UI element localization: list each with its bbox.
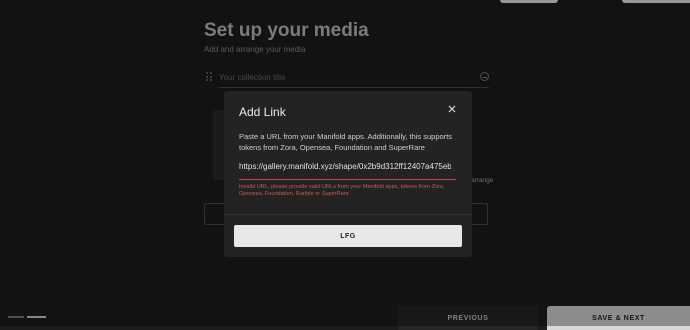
url-input-underline: [239, 179, 456, 180]
lfg-button[interactable]: LFG: [234, 225, 462, 247]
url-input[interactable]: [239, 160, 451, 173]
close-icon: [448, 105, 456, 113]
add-link-modal: Add Link Paste a URL from your Manifold …: [224, 91, 472, 257]
modal-title: Add Link: [239, 105, 286, 119]
close-button[interactable]: [446, 103, 458, 115]
modal-description: Paste a URL from your Manifold apps. Add…: [239, 132, 453, 152]
error-message: Invalid URL, please provide valid URLs f…: [239, 184, 445, 197]
modal-divider: [224, 214, 472, 215]
